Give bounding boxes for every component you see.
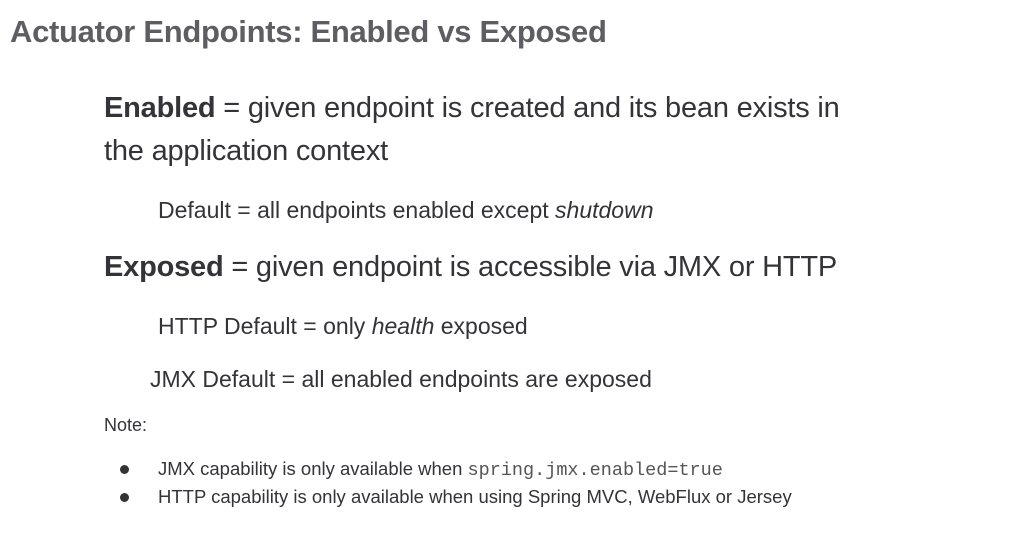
enabled-term: Enabled xyxy=(104,92,216,124)
bullet-icon xyxy=(120,493,129,502)
enabled-definition: Enabled = given endpoint is created and … xyxy=(104,87,840,173)
bullet-text: JMX capability is only available when xyxy=(158,458,468,479)
slide-title: Actuator Endpoints: Enabled vs Exposed xyxy=(10,14,607,49)
enabled-default: Default = all endpoints enabled except s… xyxy=(158,197,654,224)
http-default-suffix: exposed xyxy=(434,313,528,339)
bullet-icon xyxy=(120,465,129,474)
exposed-definition: Exposed = given endpoint is accessible v… xyxy=(104,246,837,289)
http-default: HTTP Default = only health exposed xyxy=(158,313,528,340)
note-label: Note: xyxy=(104,415,148,435)
enabled-default-text: Default = all endpoints enabled except xyxy=(158,197,556,223)
enabled-definition-text: = given endpoint is created and its bean… xyxy=(215,92,840,124)
bullet-text: HTTP capability is only available when u… xyxy=(158,486,792,507)
exposed-term: Exposed xyxy=(104,251,224,283)
exposed-definition-text: = given endpoint is accessible via JMX o… xyxy=(223,251,838,283)
bullet-code: spring.jmx.enabled=true xyxy=(467,460,723,481)
note-bullet-1: JMX capability is only available when sp… xyxy=(120,458,723,481)
jmx-default: JMX Default = all enabled endpoints are … xyxy=(150,366,652,392)
http-default-text: HTTP Default = only xyxy=(158,313,372,339)
enabled-definition-text-2: the application context xyxy=(104,135,388,167)
http-default-emphasis: health xyxy=(371,313,435,339)
note-bullet-2: HTTP capability is only available when u… xyxy=(120,486,792,508)
enabled-default-emphasis: shutdown xyxy=(555,197,654,223)
